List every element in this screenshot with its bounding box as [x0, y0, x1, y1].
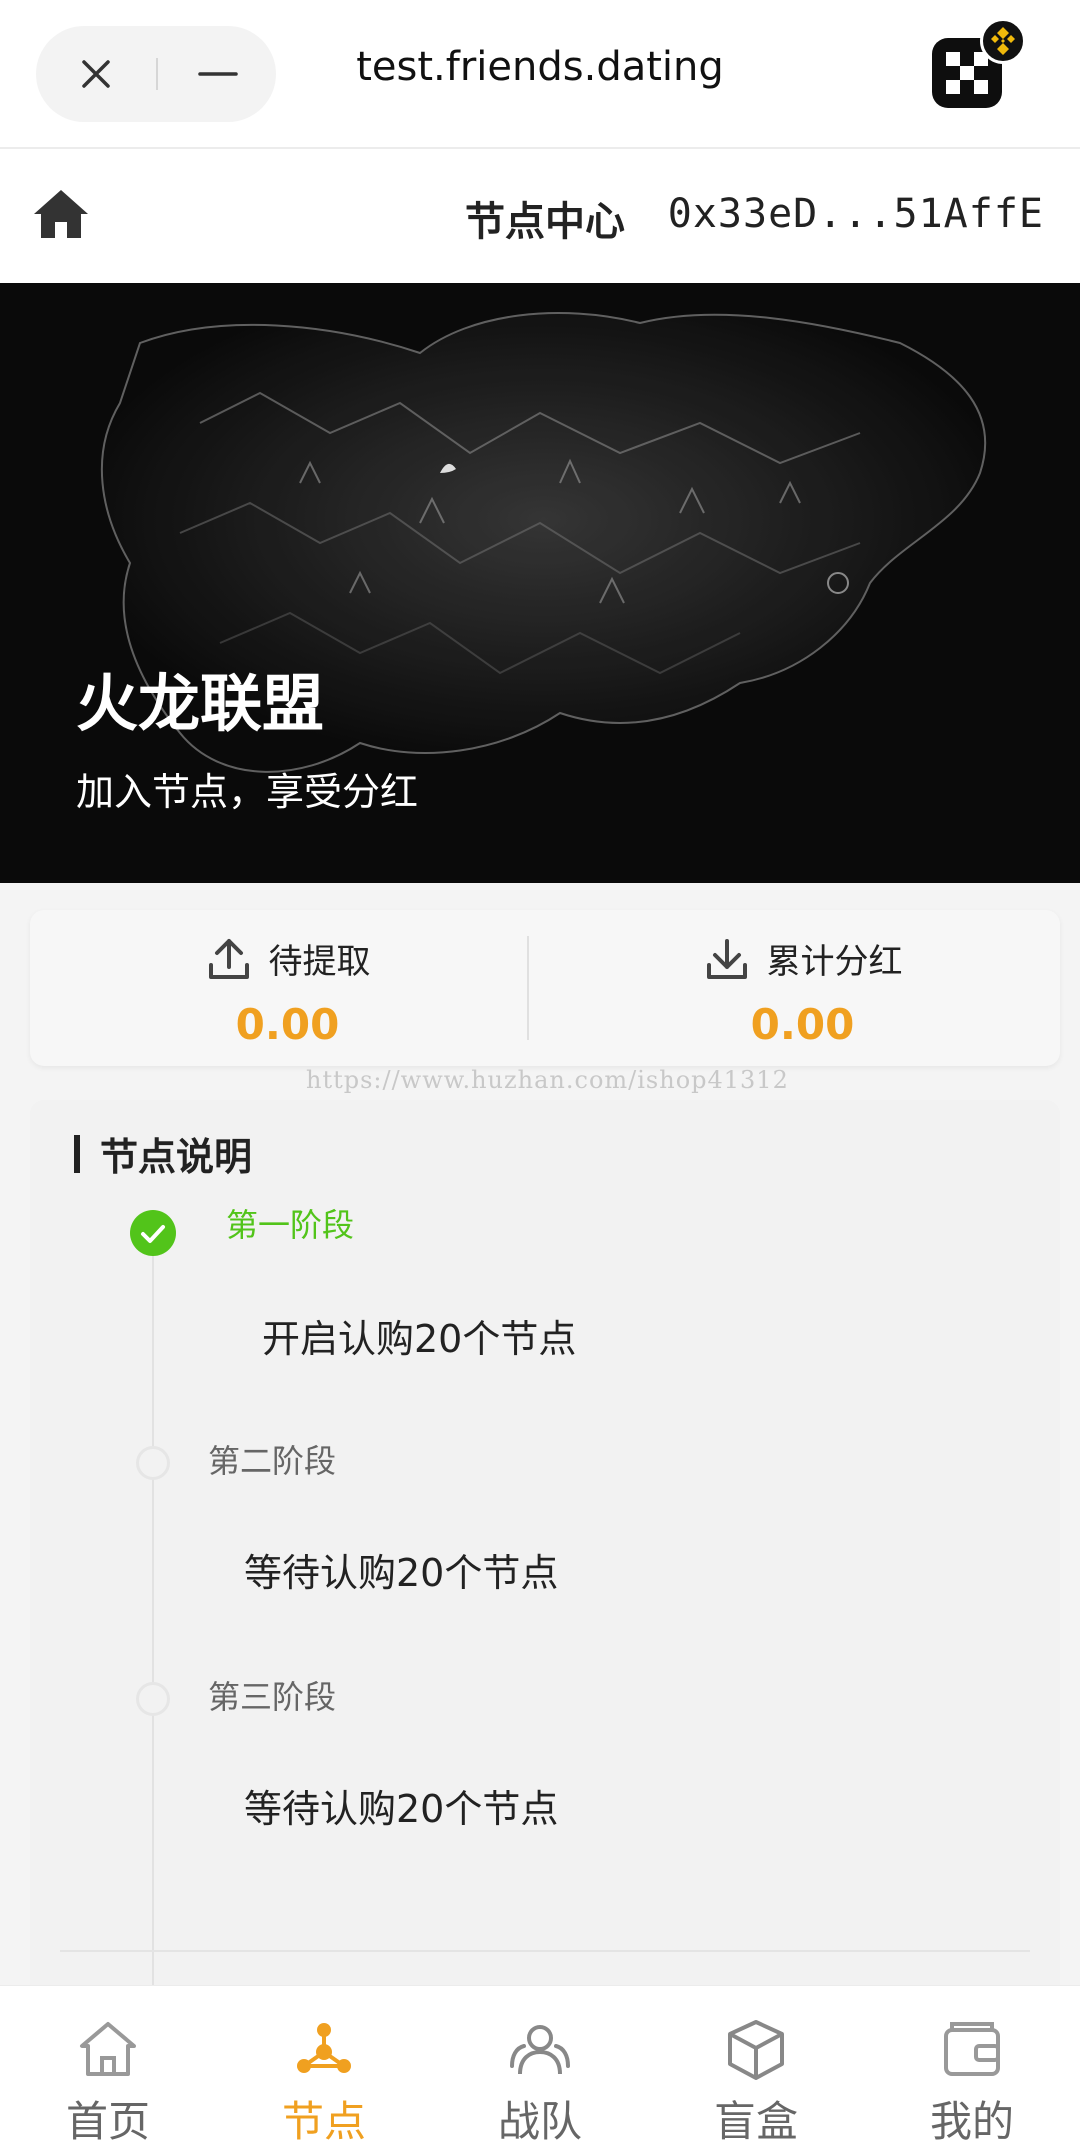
pending-label: 待提取	[268, 942, 371, 982]
box-icon	[728, 2020, 784, 2080]
upload-icon	[208, 938, 249, 979]
tab-node[interactable]: 节点	[216, 1986, 432, 2155]
pending-withdraw[interactable]: 待提取 0.00	[30, 910, 545, 1066]
page-title: 节点中心	[465, 199, 625, 245]
hero-banner: 火龙联盟 加入节点，享受分红	[0, 283, 1080, 883]
tab-label: 节点	[281, 2097, 366, 2146]
section-marker	[74, 1134, 80, 1173]
tab-home[interactable]: 首页	[0, 1986, 216, 2155]
step-name: 第一阶段	[226, 1206, 355, 1244]
controls-separator	[156, 58, 158, 90]
tab-blindbox[interactable]: 盲盒	[648, 1986, 864, 2155]
home-icon[interactable]	[32, 187, 90, 241]
pending-value: 0.00	[235, 1000, 340, 1049]
tab-label: 我的	[929, 2097, 1014, 2146]
pending-dot-icon	[136, 1446, 170, 1480]
tab-team[interactable]: 战队	[432, 1986, 648, 2155]
node-info-title: 节点说明	[100, 1135, 253, 1179]
node-info-card: 节点说明 第一阶段 开启认购20个节点 第二阶段 等待认购20个节点 第三阶段 …	[30, 1100, 1060, 2012]
tab-label: 首页	[65, 2097, 150, 2146]
timeline-line	[152, 1212, 154, 2012]
browser-controls	[36, 26, 276, 122]
hero-title: 火龙联盟	[76, 667, 325, 740]
browser-bar: test.friends.dating	[0, 0, 1080, 149]
close-icon[interactable]	[72, 50, 120, 98]
earnings-card: 待提取 0.00 累计分红 0.00	[30, 910, 1060, 1066]
check-icon	[130, 1210, 176, 1256]
step-desc: 等待认购20个节点	[244, 1787, 559, 1831]
tab-label: 盲盒	[713, 2097, 798, 2146]
total-dividend[interactable]: 累计分红 0.00	[545, 910, 1060, 1066]
total-label: 累计分红	[766, 942, 903, 982]
step-desc: 开启认购20个节点	[262, 1317, 577, 1361]
total-value: 0.00	[750, 1000, 855, 1049]
step-desc: 等待认购20个节点	[244, 1551, 559, 1595]
node-icon	[297, 2023, 351, 2073]
download-icon	[706, 938, 747, 979]
hero-subtitle: 加入节点，享受分红	[76, 770, 419, 814]
pending-dot-icon	[136, 1682, 170, 1716]
wallet-address[interactable]: 0x33eD...51AffE	[668, 191, 1044, 237]
browser-url: test.friends.dating	[356, 44, 724, 90]
bottom-tab-bar: 首页 节点 战队 盲盒 我的	[0, 1985, 1080, 2155]
page-header: 节点中心 0x33eD...51AffE	[0, 149, 1080, 283]
tab-mine[interactable]: 我的	[864, 1986, 1080, 2155]
binance-badge-icon	[980, 18, 1026, 64]
tab-label: 战队	[497, 2097, 582, 2146]
step-name: 第三阶段	[208, 1678, 337, 1716]
stats-divider	[527, 936, 529, 1040]
node-info-header: 节点说明	[74, 1126, 252, 1181]
step-name: 第二阶段	[208, 1442, 337, 1480]
card-divider	[60, 1950, 1030, 1952]
home-outline-icon	[80, 2022, 136, 2076]
team-icon	[510, 2025, 570, 2075]
minus-icon[interactable]	[194, 50, 242, 98]
watermark: https://www.huzhan.com/ishop41312	[306, 1066, 789, 1094]
wallet-icon	[944, 2022, 1000, 2076]
